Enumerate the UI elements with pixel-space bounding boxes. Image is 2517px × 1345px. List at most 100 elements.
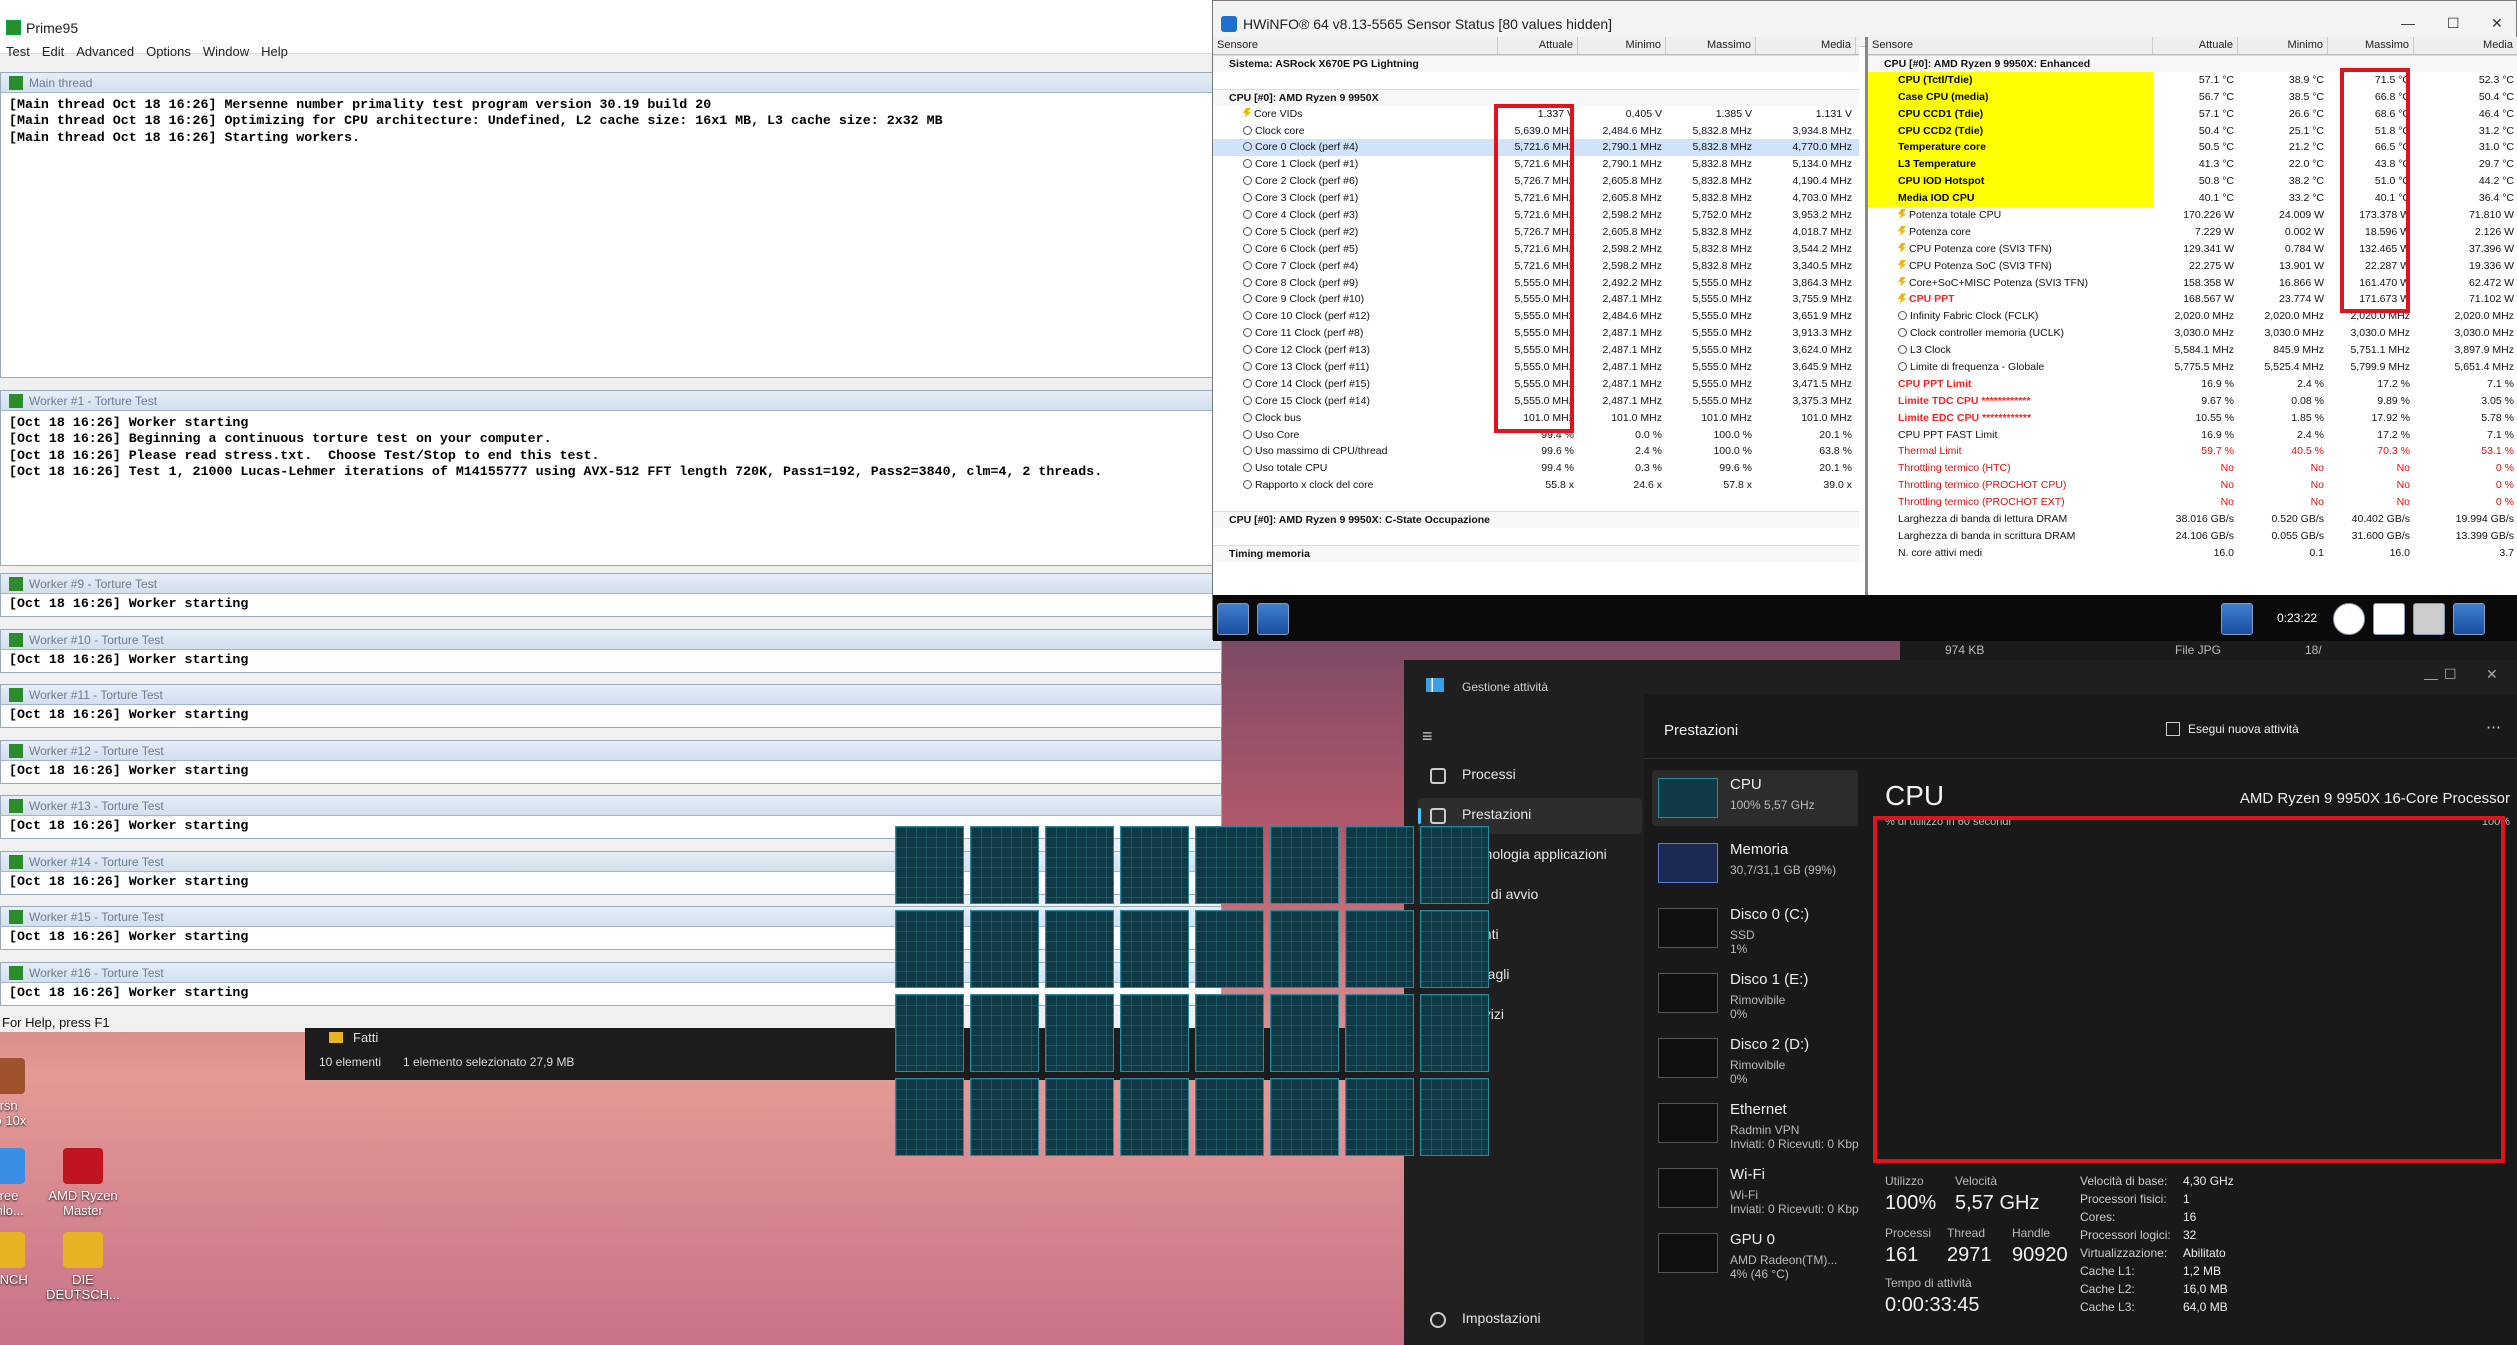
sensor-row[interactable]: Core 6 Clock (perf #5) 5,721.6 MHz 2,598.2… — [1213, 241, 1859, 258]
sensor-row[interactable]: Core 11 Clock (perf #8) 5,555.0 MHz 2,487.… — [1213, 325, 1859, 342]
perf-item-disco-1-e-[interactable]: Disco 1 (E:) Rimovibile 0% — [1652, 965, 1858, 1021]
sensor-row[interactable]: Potenza core 7.229 W 0.002 W 18.596 W 2.126 … — [1868, 224, 2517, 241]
close-icon[interactable]: ✕ — [2491, 15, 2503, 32]
sensor-row[interactable]: Larghezza di banda di lettura DRAM 38.016… — [1868, 511, 2517, 528]
minimize-icon[interactable]: — — [2401, 15, 2415, 31]
column-header[interactable]: Sensore — [1868, 37, 2153, 54]
sensor-row[interactable]: Core 8 Clock (perf #9) 5,555.0 MHz 2,492.2… — [1213, 275, 1859, 292]
column-header[interactable]: Massimo — [1666, 37, 1756, 54]
sensor-row[interactable]: Thermal Limit 59.7 % 40.5 % 70.3 % 53.1 % — [1868, 443, 2517, 460]
sensor-row[interactable]: Core 13 Clock (perf #11) 5,555.0 MHz 2,487… — [1213, 359, 1859, 376]
sensor-row[interactable]: Clock controller memoria (UCLK) 3,030.0 M… — [1868, 325, 2517, 342]
column-header[interactable]: Media — [1756, 37, 1856, 54]
sensor-row[interactable]: Throttling termico (PROCHOT EXT) No No No 0 … — [1868, 494, 2517, 511]
sensor-row[interactable]: Rapporto x clock del core 55.8 x 24.6 x 57.… — [1213, 477, 1859, 494]
minimize-icon[interactable]: — — [2424, 670, 2438, 686]
hamburger-menu-icon[interactable]: ≡ — [1422, 726, 1433, 747]
clock-icon[interactable] — [2333, 603, 2365, 635]
sensor-row[interactable]: Media IOD CPU 40.1 °C 33.2 °C 40.1 °C 36.4 °… — [1868, 190, 2517, 208]
worker-caption[interactable]: Worker #10 - Torture Test — [1, 629, 1221, 650]
sensor-row[interactable]: Core 2 Clock (perf #6) 5,726.7 MHz 2,605.8… — [1213, 173, 1859, 190]
sensor-row[interactable]: CPU CCD1 (Tdie) 57.1 °C 26.6 °C 68.6 °C 46.4… — [1868, 105, 2517, 123]
worker1-caption[interactable]: Worker #1 - Torture Test — [1, 391, 1221, 411]
column-header[interactable]: Attuale — [1498, 37, 1578, 54]
sensor-row[interactable]: CPU (Tctl/Tdie) 57.1 °C 38.9 °C 71.5 °C 52.3… — [1868, 71, 2517, 89]
sensor-row[interactable]: N. core attivi medi 16.0 0.1 16.0 3.7 — [1868, 545, 2517, 562]
menu-test[interactable]: Test — [6, 44, 30, 59]
sensor-row[interactable]: CPU CCD2 (Tdie) 50.4 °C 25.1 °C 51.8 °C 31.2… — [1868, 122, 2517, 140]
sensor-row[interactable]: Potenza totale CPU 170.226 W 24.009 W 173.3… — [1868, 207, 2517, 224]
gear-icon[interactable] — [2413, 603, 2445, 635]
sensor-row[interactable]: Core 14 Clock (perf #15) 5,555.0 MHz 2,487… — [1213, 376, 1859, 393]
perf-item-gpu-0[interactable]: GPU 0 AMD Radeon(TM)... 4% (46 °C) — [1652, 1225, 1858, 1281]
sensor-row[interactable]: Uso totale CPU 99.4 % 0.3 % 99.6 % 20.1 % — [1213, 460, 1859, 477]
sensor-row[interactable]: Core 7 Clock (perf #4) 5,721.6 MHz 2,598.2… — [1213, 258, 1859, 275]
sensor-row[interactable]: CPU PPT 168.567 W 23.774 W 171.673 W 71.102 … — [1868, 291, 2517, 308]
worker-caption[interactable]: Worker #9 - Torture Test — [1, 574, 1221, 594]
sensor-row[interactable]: Limite di frequenza - Globale 5,775.5 MHz… — [1868, 359, 2517, 376]
sensor-row[interactable]: Clock bus 101.0 MHz 101.0 MHz 101.0 MHz 101.… — [1213, 410, 1859, 427]
sensor-row[interactable] — [1213, 72, 1859, 89]
menu-edit[interactable]: Edit — [42, 44, 64, 59]
main-thread-caption[interactable]: Main thread — [1, 73, 1221, 93]
close-icon[interactable]: ✕ — [2486, 666, 2498, 683]
arrows-right-icon[interactable] — [1257, 603, 1289, 635]
sensor-row[interactable]: CPU Potenza core (SVI3 TFN) 129.341 W 0.78… — [1868, 241, 2517, 258]
desktop-icon-arsn[interactable]: arsn nfo 10x — [0, 1058, 50, 1128]
sensor-row[interactable]: CPU [#0]: AMD Ryzen 9 9950X — [1213, 88, 1859, 106]
menu-advanced[interactable]: Advanced — [76, 44, 134, 59]
column-header[interactable]: Minimo — [1578, 37, 1666, 54]
perf-item-disco-0-c-[interactable]: Disco 0 (C:) SSD 1% — [1652, 900, 1858, 956]
sensor-row[interactable]: Core+SoC+MISC Potenza (SVI3 TFN) 158.358 … — [1868, 275, 2517, 292]
maximize-icon[interactable]: ☐ — [2444, 666, 2457, 683]
report-icon[interactable] — [2373, 603, 2405, 635]
nav-processes[interactable]: Processi — [1418, 758, 1642, 794]
sensor-row[interactable]: CPU IOD Hotspot 50.8 °C 38.2 °C 51.0 °C 44.2… — [1868, 173, 2517, 191]
sensor-row[interactable]: Core 5 Clock (perf #2) 5,726.7 MHz 2,605.8… — [1213, 224, 1859, 241]
sensor-row[interactable]: Uso massimo di CPU/thread 99.6 % 2.4 % 100.… — [1213, 443, 1859, 460]
worker-caption[interactable]: Worker #12 - Torture Test — [1, 740, 1221, 761]
sensor-row[interactable]: Core 0 Clock (perf #4) 5,721.6 MHz 2,790.1… — [1213, 139, 1859, 157]
sensor-row[interactable]: Throttling termico (HTC) No No No 0 % — [1868, 460, 2517, 477]
sensor-row[interactable]: Limite TDC CPU ************ 9.67 % 0.08 % 9… — [1868, 393, 2517, 410]
sensor-row[interactable]: CPU Potenza SoC (SVI3 TFN) 22.275 W 13.901… — [1868, 258, 2517, 275]
worker-caption[interactable]: Worker #11 - Torture Test — [1, 685, 1221, 705]
sensor-row[interactable]: Core VIDs 1.337 V 0.405 V 1.385 V 1.131 V — [1213, 106, 1859, 123]
sensor-row[interactable]: L3 Clock 5,584.1 MHz 845.9 MHz 5,751.1 MHz 3… — [1868, 342, 2517, 359]
sensor-row[interactable]: Core 4 Clock (perf #3) 5,721.6 MHz 2,598.2… — [1213, 207, 1859, 224]
sensor-row[interactable]: Core 15 Clock (perf #14) 5,555.0 MHz 2,487… — [1213, 393, 1859, 410]
run-task-icon[interactable] — [2166, 722, 2180, 736]
perf-item-memoria[interactable]: Memoria 30,7/31,1 GB (99%) — [1652, 835, 1858, 891]
sensor-row[interactable]: L3 Temperature 41.3 °C 22.0 °C 43.8 °C 29.7 … — [1868, 156, 2517, 174]
sensor-row[interactable] — [1213, 528, 1859, 545]
sensor-row[interactable]: Timing memoria — [1213, 544, 1859, 562]
sensor-row[interactable]: Temperature core 50.5 °C 21.2 °C 66.5 °C 31.… — [1868, 139, 2517, 157]
sensor-row[interactable]: Throttling termico (PROCHOT CPU) No No No 0 … — [1868, 477, 2517, 494]
column-header[interactable]: Attuale — [2153, 37, 2238, 54]
arrows-left-right-icon[interactable] — [1217, 603, 1249, 635]
sensor-row[interactable]: Core 1 Clock (perf #1) 5,721.6 MHz 2,790.1… — [1213, 156, 1859, 173]
network-icon[interactable] — [2221, 603, 2253, 635]
perf-item-cpu[interactable]: CPU 100% 5,57 GHz — [1652, 770, 1858, 826]
desktop-icon-amd[interactable]: AMD Ryzen Master — [38, 1148, 128, 1218]
column-header[interactable]: Minimo — [2238, 37, 2328, 54]
menu-options[interactable]: Options — [146, 44, 191, 59]
column-header[interactable]: Sensore — [1213, 37, 1498, 54]
sensor-row[interactable]: Core 3 Clock (perf #1) 5,721.6 MHz 2,605.8… — [1213, 190, 1859, 207]
nav-settings[interactable]: Impostazioni — [1418, 1302, 1642, 1338]
sensor-row[interactable]: Clock core 5,639.0 MHz 2,484.6 MHz 5,832.8 … — [1213, 123, 1859, 140]
run-new-task-button[interactable]: Esegui nuova attività — [2188, 722, 2299, 736]
sensor-row[interactable]: Core 10 Clock (perf #12) 5,555.0 MHz 2,484… — [1213, 308, 1859, 325]
explorer-folder-name[interactable]: Fatti — [353, 1030, 378, 1045]
menu-window[interactable]: Window — [203, 44, 249, 59]
maximize-icon[interactable]: ☐ — [2447, 15, 2460, 32]
sensor-row[interactable]: CPU [#0]: AMD Ryzen 9 9950X: Enhanced — [1868, 55, 2517, 72]
sensor-row[interactable]: Core 12 Clock (perf #13) 5,555.0 MHz 2,487… — [1213, 342, 1859, 359]
sensor-row[interactable]: Case CPU (media) 56.7 °C 38.5 °C 66.8 °C 50.… — [1868, 88, 2517, 106]
sensor-row[interactable]: Infinity Fabric Clock (FCLK) 2,020.0 MHz 2… — [1868, 308, 2517, 325]
sensor-row[interactable]: CPU [#0]: AMD Ryzen 9 9950X: C-State Occ… — [1213, 511, 1859, 528]
sensor-row[interactable]: Sistema: ASRock X670E PG Lightning — [1213, 55, 1859, 72]
close-icon[interactable] — [2453, 603, 2485, 635]
desktop-icon-deutsch[interactable]: DIE DEUTSCH... — [38, 1232, 128, 1302]
sensor-row[interactable]: Core 9 Clock (perf #10) 5,555.0 MHz 2,487.… — [1213, 291, 1859, 308]
